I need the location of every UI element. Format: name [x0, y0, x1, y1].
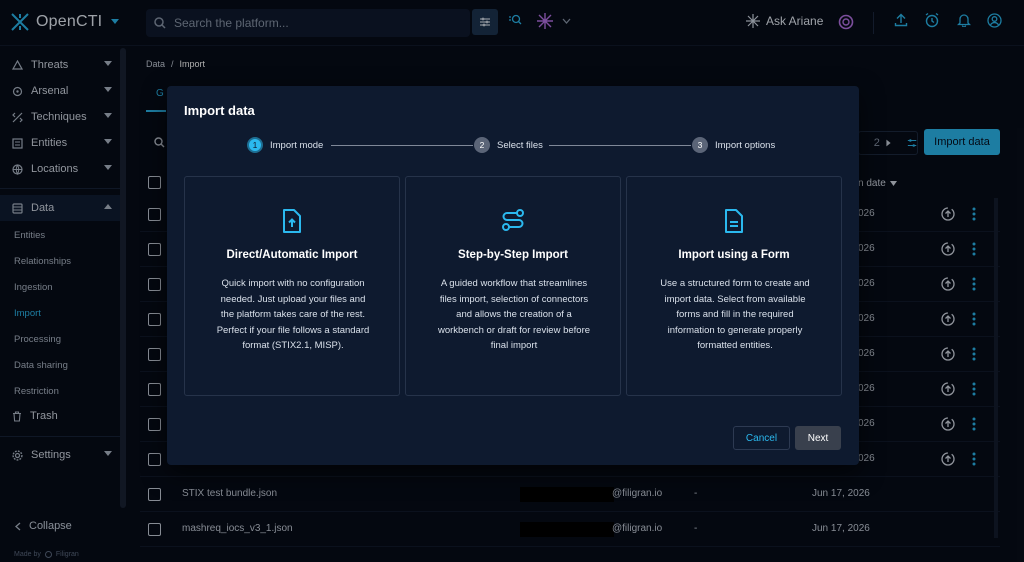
step-label: Select files — [497, 139, 543, 151]
step-import-mode[interactable]: 1 Import mode — [247, 137, 323, 153]
step-connector — [331, 145, 473, 146]
step-number: 2 — [474, 137, 490, 153]
cancel-button[interactable]: Cancel — [733, 426, 790, 450]
step-number: 3 — [692, 137, 708, 153]
card-step-by-step-import[interactable]: Step-by-Step Import A guided workflow th… — [405, 176, 621, 396]
step-label: Import mode — [270, 139, 324, 151]
step-label: Import options — [715, 139, 776, 151]
card-description: Use a structured form to create and impo… — [660, 278, 810, 351]
file-upload-icon — [283, 209, 301, 233]
card-direct-import[interactable]: Direct/Automatic Import Quick import wit… — [184, 176, 400, 396]
card-title: Direct/Automatic Import — [226, 249, 358, 261]
step-import-options[interactable]: 3 Import options — [692, 137, 775, 153]
step-select-files[interactable]: 2 Select files — [474, 137, 543, 153]
card-title: Import using a Form — [678, 249, 790, 261]
next-button[interactable]: Next — [795, 426, 841, 450]
step-number: 1 — [247, 137, 263, 153]
dialog-title: Import data — [184, 103, 255, 118]
workflow-route-icon — [502, 209, 524, 231]
step-connector — [549, 145, 691, 146]
card-form-import[interactable]: Import using a Form Use a structured for… — [626, 176, 842, 396]
document-form-icon — [725, 209, 743, 233]
import-data-dialog: Import data 1 Import mode 2 Select files… — [167, 86, 859, 465]
card-description: Quick import with no configuration neede… — [216, 278, 370, 351]
card-description: A guided workflow that streamlines files… — [437, 278, 591, 351]
card-title: Step-by-Step Import — [458, 249, 568, 261]
